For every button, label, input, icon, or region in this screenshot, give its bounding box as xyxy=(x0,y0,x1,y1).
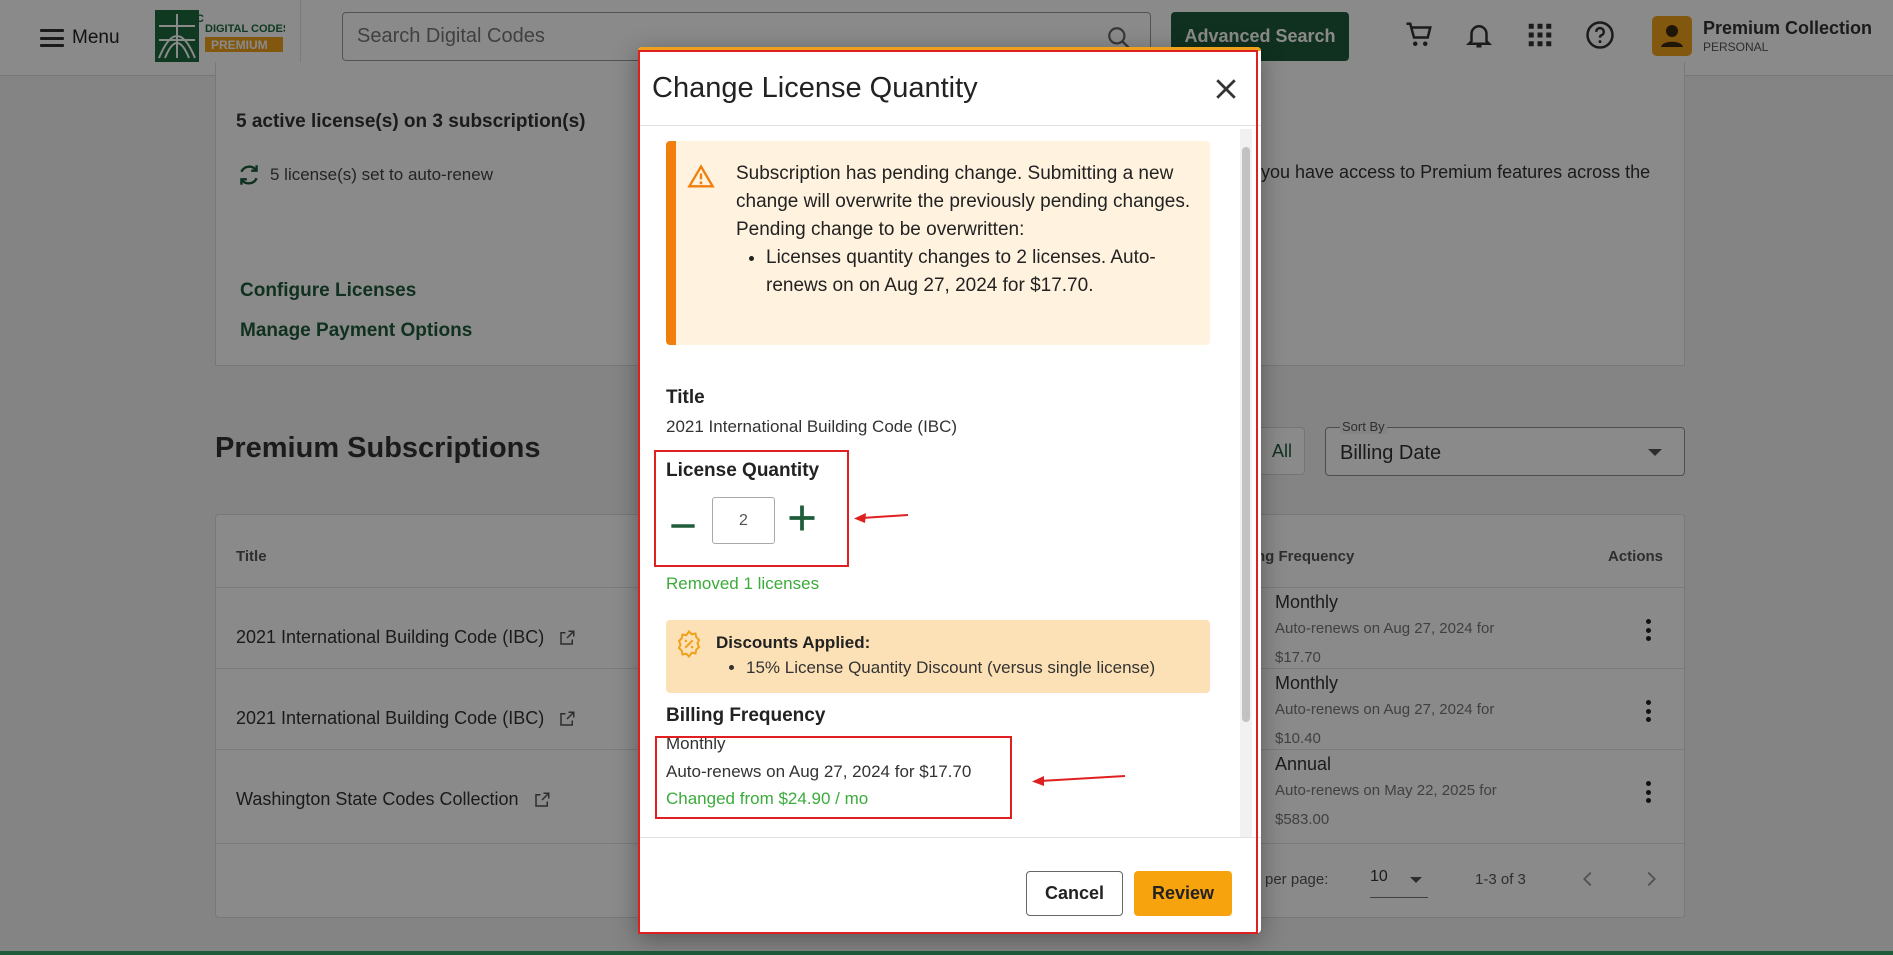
annotation-arrow-icon xyxy=(1032,775,1126,786)
page-footer-strip xyxy=(0,951,1893,955)
annotation-box-quantity xyxy=(654,450,849,567)
annotation-box-billing xyxy=(655,736,1012,819)
annotation-arrow-icon xyxy=(854,513,909,523)
